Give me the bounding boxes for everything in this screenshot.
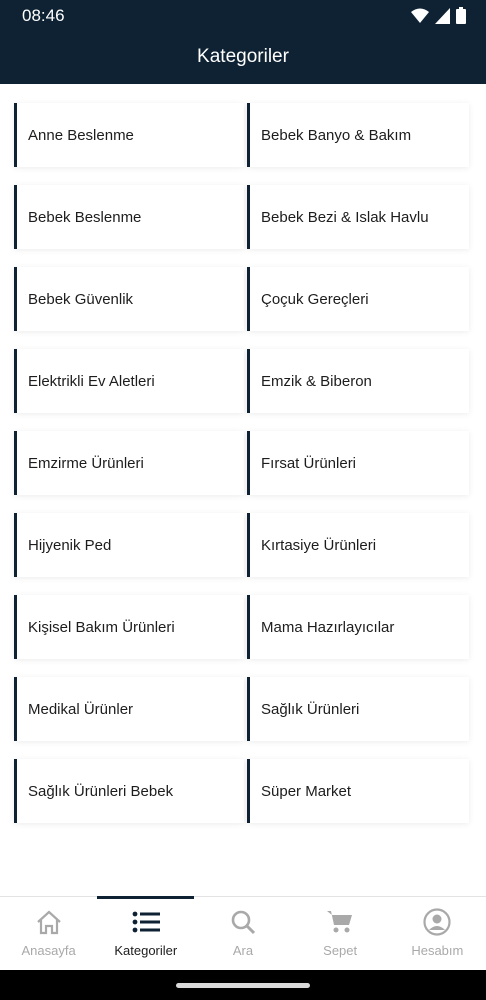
category-saglik-urunleri[interactable]: Sağlık Ürünleri — [247, 677, 469, 741]
bottom-nav: Anasayfa Kategoriler Ara Sepet Hesabım — [0, 896, 486, 970]
account-icon — [422, 907, 452, 937]
app-header: Kategoriler — [0, 30, 486, 84]
category-label: Anne Beslenme — [28, 126, 134, 144]
category-label: Bebek Bezi & Islak Havlu — [261, 208, 429, 226]
nav-item-hesabim[interactable]: Hesabım — [389, 897, 486, 971]
category-label: Sağlık Ürünleri — [261, 700, 360, 718]
category-label: Kırtasiye Ürünleri — [261, 536, 377, 554]
status-icons — [411, 7, 466, 24]
category-label: Çoçuk Gereçleri — [261, 290, 369, 308]
category-label: Hijyenik Ped — [28, 536, 112, 554]
category-kirtasiye-urunleri[interactable]: Kırtasiye Ürünleri — [247, 513, 469, 577]
page-title: Kategoriler — [197, 46, 289, 67]
category-label: Medikal Ürünler — [28, 700, 134, 718]
category-bebek-bezi-islak-havlu[interactable]: Bebek Bezi & Islak Havlu — [247, 185, 469, 249]
nav-item-ara[interactable]: Ara — [194, 897, 291, 971]
status-bar: 08:46 — [0, 0, 486, 30]
category-bebek-beslenme[interactable]: Bebek Beslenme — [14, 185, 244, 249]
category-label: Kişisel Bakım Ürünleri — [28, 618, 175, 636]
category-saglik-urunleri-bebek[interactable]: Sağlık Ürünleri Bebek — [14, 759, 244, 823]
nav-label: Ara — [232, 943, 254, 958]
category-label: Süper Market — [261, 782, 352, 800]
category-kisisel-bakim-urunleri[interactable]: Kişisel Bakım Ürünleri — [14, 595, 244, 659]
category-label: Emzik & Biberon — [261, 372, 372, 390]
category-label: Bebek Beslenme — [28, 208, 142, 226]
category-mama-hazirlayicilar[interactable]: Mama Hazırlayıcılar — [247, 595, 469, 659]
home-icon — [34, 907, 64, 937]
nav-label: Hesabım — [411, 943, 464, 958]
category-medikal-urunler[interactable]: Medikal Ürünler — [14, 677, 244, 741]
category-label: Elektrikli Ev Aletleri — [28, 372, 155, 390]
wifi-icon — [411, 8, 429, 23]
category-hijyenik-ped[interactable]: Hijyenik Ped — [14, 513, 244, 577]
category-label: Fırsat Ürünleri — [261, 454, 357, 472]
nav-label: Anasayfa — [21, 943, 76, 958]
cart-icon — [325, 907, 355, 937]
category-label: Bebek Güvenlik — [28, 290, 134, 308]
category-bebek-banyo-bakim[interactable]: Bebek Banyo & Bakım — [247, 103, 469, 167]
category-bebek-guvenlik[interactable]: Bebek Güvenlik — [14, 267, 244, 331]
list-icon — [131, 907, 161, 937]
status-time: 08:46 — [22, 6, 65, 25]
nav-label: Kategoriler — [114, 943, 178, 958]
category-label: Mama Hazırlayıcılar — [261, 618, 395, 636]
category-anne-beslenme[interactable]: Anne Beslenme — [14, 103, 244, 167]
category-label: Emzirme Ürünleri — [28, 454, 144, 472]
nav-item-anasayfa[interactable]: Anasayfa — [0, 897, 97, 971]
nav-item-kategoriler[interactable]: Kategoriler — [97, 896, 195, 971]
gesture-area — [0, 970, 486, 1000]
category-elektrikli-ev-aletleri[interactable]: Elektrikli Ev Aletleri — [14, 349, 244, 413]
nav-item-sepet[interactable]: Sepet — [292, 897, 389, 971]
battery-icon — [456, 7, 466, 24]
category-super-market[interactable]: Süper Market — [247, 759, 469, 823]
category-label: Sağlık Ürünleri Bebek — [28, 782, 174, 800]
category-grid: Anne Beslenme Bebek Banyo & Bakım Bebek … — [14, 103, 472, 823]
category-emzirme-urunleri[interactable]: Emzirme Ürünleri — [14, 431, 244, 495]
home-gesture-handle[interactable] — [176, 983, 310, 988]
category-label: Bebek Banyo & Bakım — [261, 126, 412, 144]
category-firsat-urunleri[interactable]: Fırsat Ürünleri — [247, 431, 469, 495]
signal-icon — [435, 7, 450, 24]
nav-label: Sepet — [323, 943, 358, 958]
category-emzik-biberon[interactable]: Emzik & Biberon — [247, 349, 469, 413]
search-icon — [228, 907, 258, 937]
category-cocuk-gerecleri[interactable]: Çoçuk Gereçleri — [247, 267, 469, 331]
